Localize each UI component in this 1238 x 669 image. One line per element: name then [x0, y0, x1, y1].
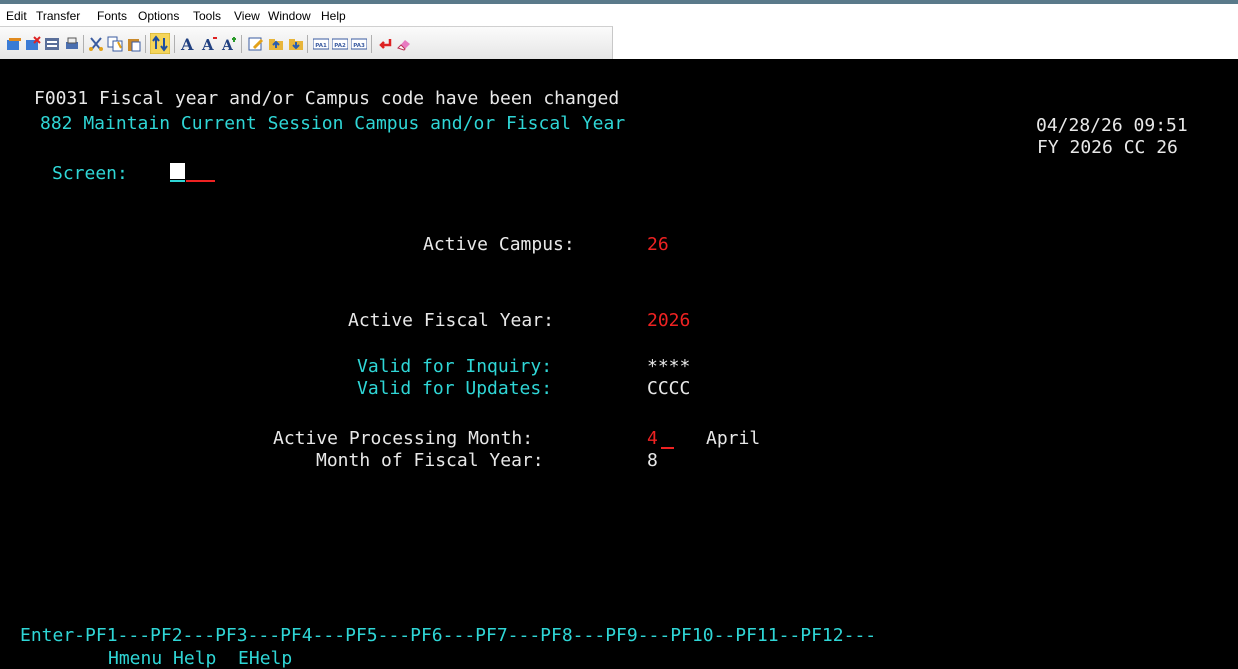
active-campus-field[interactable]: 26 [647, 235, 669, 255]
toolbar-separator [145, 35, 146, 53]
valid-updates-label: Valid for Updates: [357, 378, 553, 399]
svg-text:A: A [180, 36, 194, 52]
valid-inquiry-value: **** [647, 356, 691, 377]
pf-key-labels[interactable]: Hmenu Help EHelp [108, 649, 292, 669]
screen-input-cursor[interactable] [170, 163, 185, 179]
folder-down-icon[interactable] [288, 36, 304, 52]
svg-text:A: A [221, 38, 234, 52]
menu-edit[interactable]: Edit [6, 9, 27, 23]
screen-input-field-extension[interactable] [186, 180, 215, 182]
font-a-icon[interactable]: A [180, 36, 198, 52]
svg-text:A: A [201, 36, 214, 52]
folder-up-icon[interactable] [268, 36, 284, 52]
enter-icon[interactable] [377, 36, 393, 52]
menu-bar: Edit Transfer Fonts Options Tools View W… [0, 4, 1238, 26]
toolbar-separator [174, 35, 175, 53]
fy-cc-indicator: FY 2026 CC 26 [1037, 137, 1178, 158]
active-campus-label: Active Campus: [423, 234, 575, 255]
toolbar-separator [241, 35, 242, 53]
send-receive-icon[interactable] [150, 33, 170, 54]
svg-text:PA1: PA1 [315, 43, 327, 49]
screen-input-field[interactable] [170, 180, 185, 182]
pa2-icon[interactable]: PA2 [332, 36, 348, 52]
active-processing-month-label: Active Processing Month: [273, 428, 534, 449]
toolbar-separator [83, 35, 84, 53]
pa1-icon[interactable]: PA1 [313, 36, 329, 52]
menu-tools[interactable]: Tools [193, 9, 221, 23]
menu-fonts[interactable]: Fonts [97, 9, 127, 23]
svg-text:PA3: PA3 [353, 43, 365, 49]
active-processing-month-name: April [706, 428, 761, 449]
valid-inquiry-label: Valid for Inquiry: [357, 356, 553, 377]
close-session-icon[interactable] [25, 36, 41, 52]
pa3-icon[interactable]: PA3 [351, 36, 367, 52]
menu-options[interactable]: Options [138, 9, 179, 23]
new-session-icon[interactable] [6, 36, 22, 52]
erase-icon[interactable] [396, 36, 412, 52]
copy-icon[interactable] [107, 36, 123, 52]
menu-transfer[interactable]: Transfer [36, 9, 80, 23]
active-fiscal-year-label: Active Fiscal Year: [348, 310, 554, 331]
menu-help[interactable]: Help [321, 9, 346, 23]
pf-key-line: Enter-PF1---PF2---PF3---PF4---PF5---PF6-… [20, 625, 877, 646]
screen-label: Screen: [52, 163, 128, 184]
active-processing-month-underline [661, 447, 674, 449]
print-icon[interactable] [64, 36, 80, 52]
valid-updates-value: CCCC [647, 378, 691, 399]
date-time: 04/28/26 09:51 [1036, 115, 1188, 136]
toolbar-separator [307, 35, 308, 53]
font-a-larger-icon[interactable]: A [201, 36, 219, 52]
status-message: F0031 Fiscal year and/or Campus code hav… [34, 88, 620, 109]
svg-text:PA2: PA2 [334, 43, 346, 49]
toolbar-separator [371, 35, 372, 53]
cut-icon[interactable] [88, 36, 104, 52]
terminal-screen[interactable]: F0031 Fiscal year and/or Campus code hav… [0, 59, 1238, 669]
menu-window[interactable]: Window [268, 9, 311, 23]
properties-icon[interactable] [44, 36, 60, 52]
active-processing-month-field[interactable]: 4 [647, 429, 658, 449]
menu-view[interactable]: View [234, 9, 260, 23]
screen-title: 882 Maintain Current Session Campus and/… [40, 113, 626, 134]
month-of-fiscal-year-label: Month of Fiscal Year: [316, 450, 544, 471]
paste-icon[interactable] [126, 36, 142, 52]
font-a-bold-icon[interactable]: A [221, 36, 239, 52]
active-fiscal-year-field[interactable]: 2026 [647, 311, 690, 331]
toolbar: A A A PA1 PA2 PA3 [0, 26, 613, 60]
month-of-fiscal-year-value: 8 [647, 450, 658, 471]
edit-icon[interactable] [248, 36, 264, 52]
